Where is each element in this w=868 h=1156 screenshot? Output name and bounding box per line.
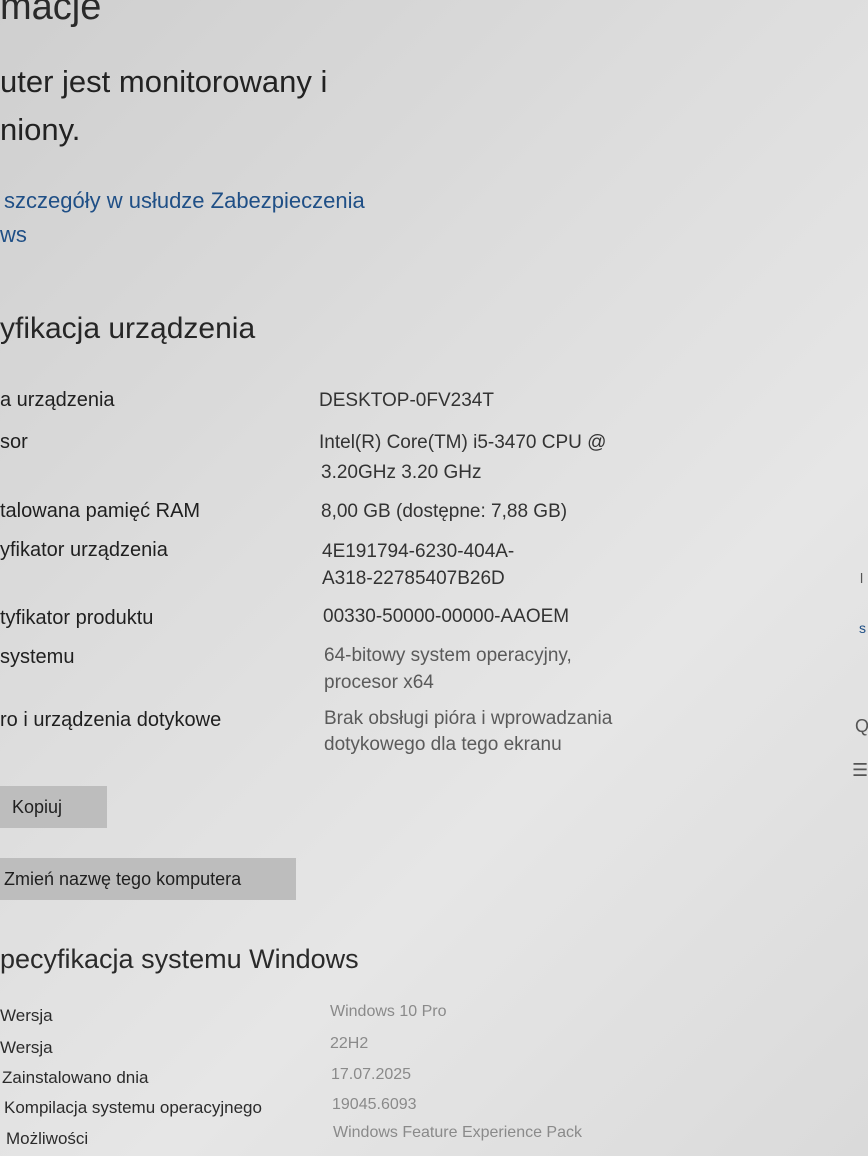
win-value-os-build: 19045.6093 [332, 1096, 417, 1113]
win-value-edition: Windows 10 Pro [330, 1003, 447, 1020]
win-value-version: 22H2 [330, 1035, 369, 1052]
device-spec-title: yfikacja urządzenia [0, 312, 256, 345]
win-label-os-build: Kompilacja systemu operacyjnego [4, 1098, 262, 1117]
security-status-line-1: uter jest monitorowany i [0, 64, 328, 99]
spec-value-device-id-2: A318-22785407B26D [322, 568, 505, 589]
spec-label-product-id: tyfikator produktu [0, 607, 154, 629]
spec-value-system-type-1: 64-bitowy system operacyjny, [324, 645, 572, 666]
win-label-version: Wersja [0, 1038, 53, 1057]
spec-value-pen-touch-2: dotykowego dla tego ekranu [324, 734, 562, 755]
spec-label-processor: sor [0, 431, 28, 453]
spec-label-device-name: a urządzenia [0, 389, 115, 411]
rename-pc-button[interactable]: Zmień nazwę tego komputera [0, 858, 296, 900]
spec-label-system-type: systemu [0, 646, 75, 668]
windows-spec-title: pecyfikacja systemu Windows [0, 944, 359, 974]
about-settings-page: macje uter jest monitorowany i niony. sz… [0, 0, 868, 1156]
spec-value-pen-touch-1: Brak obsługi pióra i wprowadzania [324, 708, 613, 729]
security-details-link-cont[interactable]: ws [0, 222, 27, 248]
spec-value-system-type-2: procesor x64 [324, 672, 434, 693]
win-label-edition: Wersja [0, 1006, 53, 1025]
spec-value-device-id-1: 4E191794-6230-404A- [322, 541, 515, 562]
edge-fragment-1: l [860, 570, 864, 586]
spec-value-ram: 8,00 GB (dostępne: 7,88 GB) [321, 501, 568, 522]
copy-button[interactable]: Kopiuj [0, 786, 107, 828]
win-value-experience: Windows Feature Experience Pack [333, 1124, 582, 1141]
spec-label-ram: talowana pamięć RAM [0, 500, 201, 522]
edge-fragment-2: s [859, 620, 866, 636]
page-title-fragment: macje [0, 0, 102, 28]
spec-label-device-id: yfikator urządzenia [0, 539, 168, 561]
spec-label-pen-touch: ro i urządzenia dotykowe [0, 709, 222, 731]
spec-value-device-name: DESKTOP-0FV234T [319, 390, 494, 411]
feedback-icon[interactable]: ☰ [852, 760, 868, 781]
security-status-line-2: niony. [0, 112, 81, 147]
win-value-installed-on: 17.07.2025 [331, 1066, 412, 1083]
security-details-link[interactable]: szczegóły w usłudze Zabezpieczenia [4, 188, 365, 214]
win-label-experience: Możliwości [6, 1129, 89, 1148]
spec-value-processor-1: Intel(R) Core(TM) i5-3470 CPU @ [319, 432, 607, 453]
spec-value-product-id: 00330-50000-00000-AAOEM [323, 606, 570, 627]
spec-value-processor-2: 3.20GHz 3.20 GHz [321, 462, 482, 483]
help-icon[interactable]: Q [855, 716, 868, 737]
win-label-installed-on: Zainstalowano dnia [2, 1068, 149, 1087]
